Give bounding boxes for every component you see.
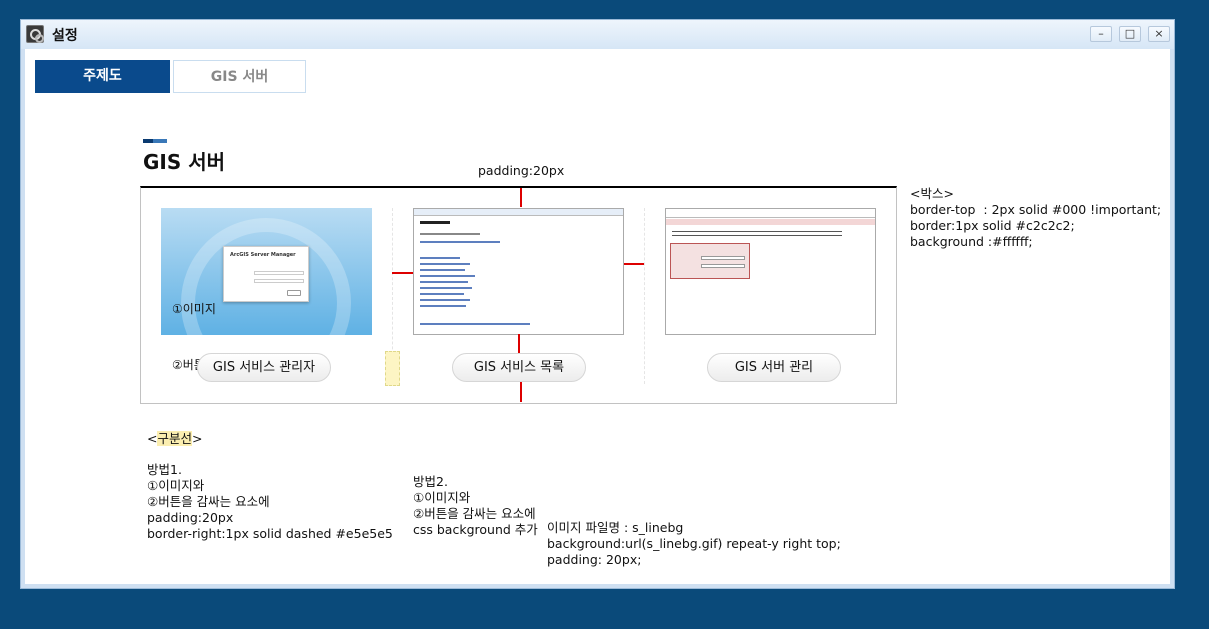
tab-gis-server[interactable]: GIS 서버 <box>173 60 306 93</box>
settings-window: 설정 – □ × 주제도 GIS 서버 GIS 서버 padding:20px … <box>20 19 1175 589</box>
window-title: 설정 <box>52 28 78 44</box>
thumb-text-line <box>672 235 842 236</box>
divider-highlight <box>385 351 400 386</box>
divider-close: > <box>192 431 203 446</box>
padding-marker <box>520 188 522 207</box>
thumb-link-line <box>420 257 460 259</box>
divider-word: 구분선 <box>157 431 192 446</box>
thumb-password-input <box>701 264 745 268</box>
thumb-text-line <box>672 231 842 232</box>
thumb-text-line <box>420 233 480 235</box>
divider-annotation: <구분선> <box>147 431 202 447</box>
thumb-link-line <box>420 269 465 271</box>
method1-note: 방법1. ①이미지와 ②버튼을 감싸는 요소에 padding:20px bor… <box>147 462 393 541</box>
box-style-note: <박스> border-top : 2px solid #000 !import… <box>910 186 1162 249</box>
thumb-link-line <box>420 299 470 301</box>
padding-marker <box>392 272 413 274</box>
method2-note: 방법2. ①이미지와 ②버튼을 감싸는 요소에 css background 추… <box>413 474 538 537</box>
padding-marker <box>518 334 520 353</box>
padding-marker <box>520 382 522 402</box>
section-title: GIS 서버 <box>143 150 226 174</box>
thumb-link-line <box>420 305 466 307</box>
thumb-header <box>666 209 875 218</box>
tab-theme-map[interactable]: 주제도 <box>35 60 170 93</box>
window-titlebar[interactable]: 설정 – □ × <box>21 20 1174 49</box>
admin-directory-thumbnail[interactable] <box>665 208 876 335</box>
thumb-link-line <box>420 287 472 289</box>
minimize-button[interactable]: – <box>1090 26 1112 42</box>
gis-server-admin-button[interactable]: GIS 서버 관리 <box>707 353 841 382</box>
thumb-breadcrumb <box>666 219 875 225</box>
window-content: 주제도 GIS 서버 GIS 서버 padding:20px <박스> bord… <box>25 49 1170 584</box>
thumb-username-input <box>701 256 745 260</box>
thumb-link-line <box>420 281 468 283</box>
thumb-header <box>414 209 623 216</box>
thumb-link-line <box>420 293 464 295</box>
thumb-folder-heading <box>420 221 450 224</box>
thumb-link-line <box>420 275 475 277</box>
login-card-graphic: ArcGIS Server Manager <box>223 246 309 302</box>
padding-annotation: padding:20px <box>478 163 565 178</box>
username-line <box>254 271 304 275</box>
section-title-bar <box>143 139 167 143</box>
gis-service-list-button[interactable]: GIS 서비스 목록 <box>452 353 586 382</box>
thumb-title: ArcGIS Server Manager <box>230 252 296 258</box>
password-line <box>254 279 304 283</box>
divider-open: < <box>147 431 158 446</box>
close-button[interactable]: × <box>1148 26 1170 42</box>
background-note: 이미지 파일명 : s_linebg background:url(s_line… <box>547 520 841 567</box>
maximize-button[interactable]: □ <box>1119 26 1141 42</box>
thumb-link-line <box>420 263 470 265</box>
padding-marker <box>624 263 644 265</box>
services-directory-thumbnail[interactable] <box>413 208 624 335</box>
thumb-text-line <box>420 241 500 243</box>
gis-service-box: ArcGIS Server Manager ①이미지 ②버튼 GIS 서비스 관… <box>140 186 897 404</box>
thumb-link-line <box>420 323 530 325</box>
dashed-divider <box>644 208 645 384</box>
login-button-graphic <box>287 290 301 296</box>
image-label: ①이미지 <box>172 302 216 316</box>
thumb-login-panel <box>670 243 750 279</box>
app-icon <box>26 25 44 43</box>
gis-service-manager-button[interactable]: GIS 서비스 관리자 <box>197 353 331 382</box>
